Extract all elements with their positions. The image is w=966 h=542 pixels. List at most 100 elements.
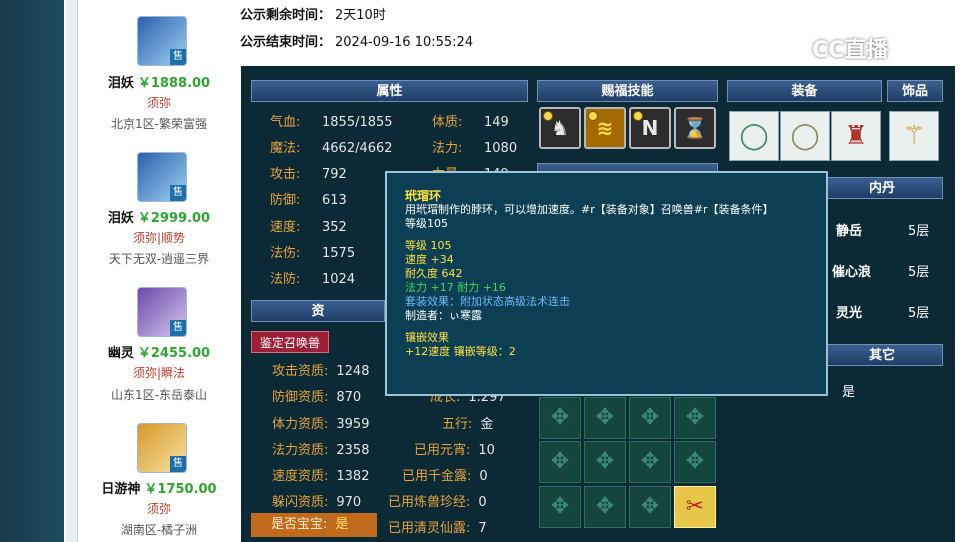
skill-slot[interactable]: ≋ (584, 107, 626, 149)
bag-slot[interactable]: ✥ (539, 397, 581, 439)
pet-name: 泪妖 (107, 211, 134, 226)
tooltip-speed: 速度 +34 (405, 253, 454, 266)
pet-tags: 须弥|瞬法 (132, 366, 186, 380)
empty-slot-icon: ✥ (685, 405, 705, 430)
empty-slot-icon: ✥ (550, 449, 570, 474)
attr-magic-defense: 法防: 1024 (270, 272, 356, 287)
silver-ring-icon: ◯ (790, 121, 820, 151)
bag-slot[interactable]: ✥ (629, 397, 671, 439)
tooltip-maker: 制造者：ぃ寒露 (405, 309, 482, 322)
empty-slot-icon: ✥ (640, 449, 660, 474)
attr-hp: 气血: 1855/1855 (270, 115, 393, 130)
sell-badge: 售 (170, 320, 186, 336)
pet-avatar[interactable]: 售 (137, 423, 187, 473)
header-skills[interactable]: 赐福技能 (537, 80, 718, 102)
stream-watermark: CC直播 (812, 38, 889, 63)
header-accessory[interactable]: 饰品 (887, 80, 943, 102)
left-dark-strip (0, 0, 64, 542)
zizhi-mp: 法力资质: 2358 (272, 443, 370, 458)
other-value: 是 (842, 385, 856, 400)
header-zizhi[interactable]: 资 (251, 300, 385, 322)
stat-qianjinlu: 已用千金露: 0 (402, 469, 488, 484)
publicity-end: 公示结束时间： 2024-09-16 10:55:24 (240, 35, 474, 50)
pet-name: 泪妖 (107, 76, 134, 91)
empty-slot-icon: ✥ (595, 494, 615, 519)
equipment-slot[interactable]: ♜ (831, 111, 881, 161)
pet-price: ￥1750.00 (144, 482, 217, 497)
bag-slot[interactable]: ✥ (674, 397, 716, 439)
bag-slot[interactable]: ✥ (674, 441, 716, 483)
equipment-slot[interactable]: ◯ (729, 111, 779, 161)
header-equipment[interactable]: 装备 (727, 80, 882, 102)
tooltip-desc: 用玳瑁制作的脖环，可以增加速度。#r【装备对象】召唤兽#r【装备条件】 (405, 203, 774, 216)
empty-slot-icon: ✥ (550, 405, 570, 430)
red-scroll-icon: ✂ (685, 494, 705, 519)
header-other[interactable]: 其它 (821, 344, 943, 366)
pet-name: 幽灵 (107, 346, 134, 361)
scroll-gutter (66, 0, 78, 542)
empty-slot-icon: ✥ (640, 405, 660, 430)
empty-slot-icon: ✥ (640, 494, 660, 519)
pet-price: ￥2455.00 (137, 346, 211, 361)
attr-defense: 防御: 613 (270, 193, 347, 208)
pet-avatar[interactable]: 售 (137, 152, 187, 202)
bag-slot[interactable]: ✥ (539, 486, 581, 528)
game-trading-page: 售 泪妖 ￥1888.00 须弥 北京1区-繁荣富强 售 泪妖 ￥2999.00 须… (0, 0, 966, 542)
is-baby-badge: 是否宝宝: 是 (251, 513, 377, 537)
bag-slot[interactable]: ✥ (584, 441, 626, 483)
attr-attack: 攻击: 792 (270, 167, 347, 182)
header-neidan[interactable]: 内丹 (821, 177, 943, 199)
empty-slot-icon: ✥ (595, 405, 615, 430)
listing-sidebar: 售 泪妖 ￥1888.00 须弥 北京1区-繁荣富强 售 泪妖 ￥2999.00 须… (79, 0, 239, 542)
bag-slot[interactable]: ✥ (584, 486, 626, 528)
identify-summon-button[interactable]: 鉴定召唤兽 (251, 331, 329, 353)
header-attributes: 属性 (251, 80, 528, 102)
bag-slot[interactable]: ✥ (629, 486, 671, 528)
bag-slot[interactable]: ✥ (629, 441, 671, 483)
red-armor-icon: ♜ (844, 121, 868, 151)
zizhi-hp: 体力资质: 3959 (272, 417, 370, 432)
tooltip-durability: 耐久度 642 (405, 267, 463, 280)
tooltip-inlay-title: 镶嵌效果 (405, 331, 449, 344)
tooltip-set-effect: 套装效果：附加状态高级法术连击 (405, 295, 570, 308)
neidan-item: 灵光 5层 (836, 306, 930, 321)
skill-slot[interactable]: ⌛ (674, 107, 716, 149)
sell-badge: 售 (170, 456, 186, 472)
broken-n-icon: N (641, 116, 659, 140)
bag-slot[interactable]: ✥ (584, 397, 626, 439)
accessory-slot[interactable]: ⚚ (889, 111, 939, 161)
tooltip-bonus: 法力 +17 耐力 +16 (405, 281, 506, 294)
attr-magic: 法力: 1080 (432, 141, 518, 156)
stat-yuanxiao: 已用元宵: 10 (414, 443, 495, 458)
empty-slot-icon: ✥ (595, 449, 615, 474)
dark-helm-icon: ♞ (551, 116, 569, 140)
pet-avatar[interactable]: 售 (137, 16, 187, 66)
item-tooltip: 玳瑁环 用玳瑁制作的脖环，可以增加速度。#r【装备对象】召唤兽#r【装备条件】 … (385, 171, 828, 396)
pet-server: 北京1区-繁荣富强 (111, 117, 207, 131)
stat-element: 五行: 金 (442, 417, 494, 432)
jade-ring-icon: ◯ (739, 121, 769, 151)
neidan-item: 静岳 5层 (836, 224, 930, 239)
attr-speed: 速度: 352 (270, 220, 347, 235)
neidan-item: 催心浪 5层 (832, 265, 930, 280)
equipment-slot[interactable]: ◯ (780, 111, 830, 161)
hourglass-icon: ⌛ (682, 116, 708, 140)
bag-slot[interactable]: ✥ (539, 441, 581, 483)
zizhi-attack: 攻击资质: 1248 (272, 364, 370, 379)
bag-slot[interactable]: ✂ (674, 486, 716, 528)
stat-lianshou: 已用炼兽珍经: 0 (388, 495, 487, 510)
golden-staff-icon: ⚚ (902, 121, 926, 151)
skill-slot[interactable]: N (629, 107, 671, 149)
pet-server: 湖南区-橘子洲 (120, 523, 198, 537)
empty-slot-icon: ✥ (685, 449, 705, 474)
zizhi-dodge: 躲闪资质: 970 (272, 495, 362, 510)
pet-tags: 须弥|顺势 (132, 231, 186, 245)
tooltip-level: 等级 105 (405, 239, 452, 252)
sell-badge: 售 (170, 49, 186, 65)
publicity-remaining: 公示剩余时间： 2天10时 (240, 8, 386, 23)
skill-slot[interactable]: ♞ (539, 107, 581, 149)
tooltip-req-level: 等级105 (405, 217, 448, 230)
pet-avatar[interactable]: 售 (137, 287, 187, 337)
attr-magic-damage: 法伤: 1575 (270, 246, 356, 261)
sell-badge: 售 (170, 185, 186, 201)
